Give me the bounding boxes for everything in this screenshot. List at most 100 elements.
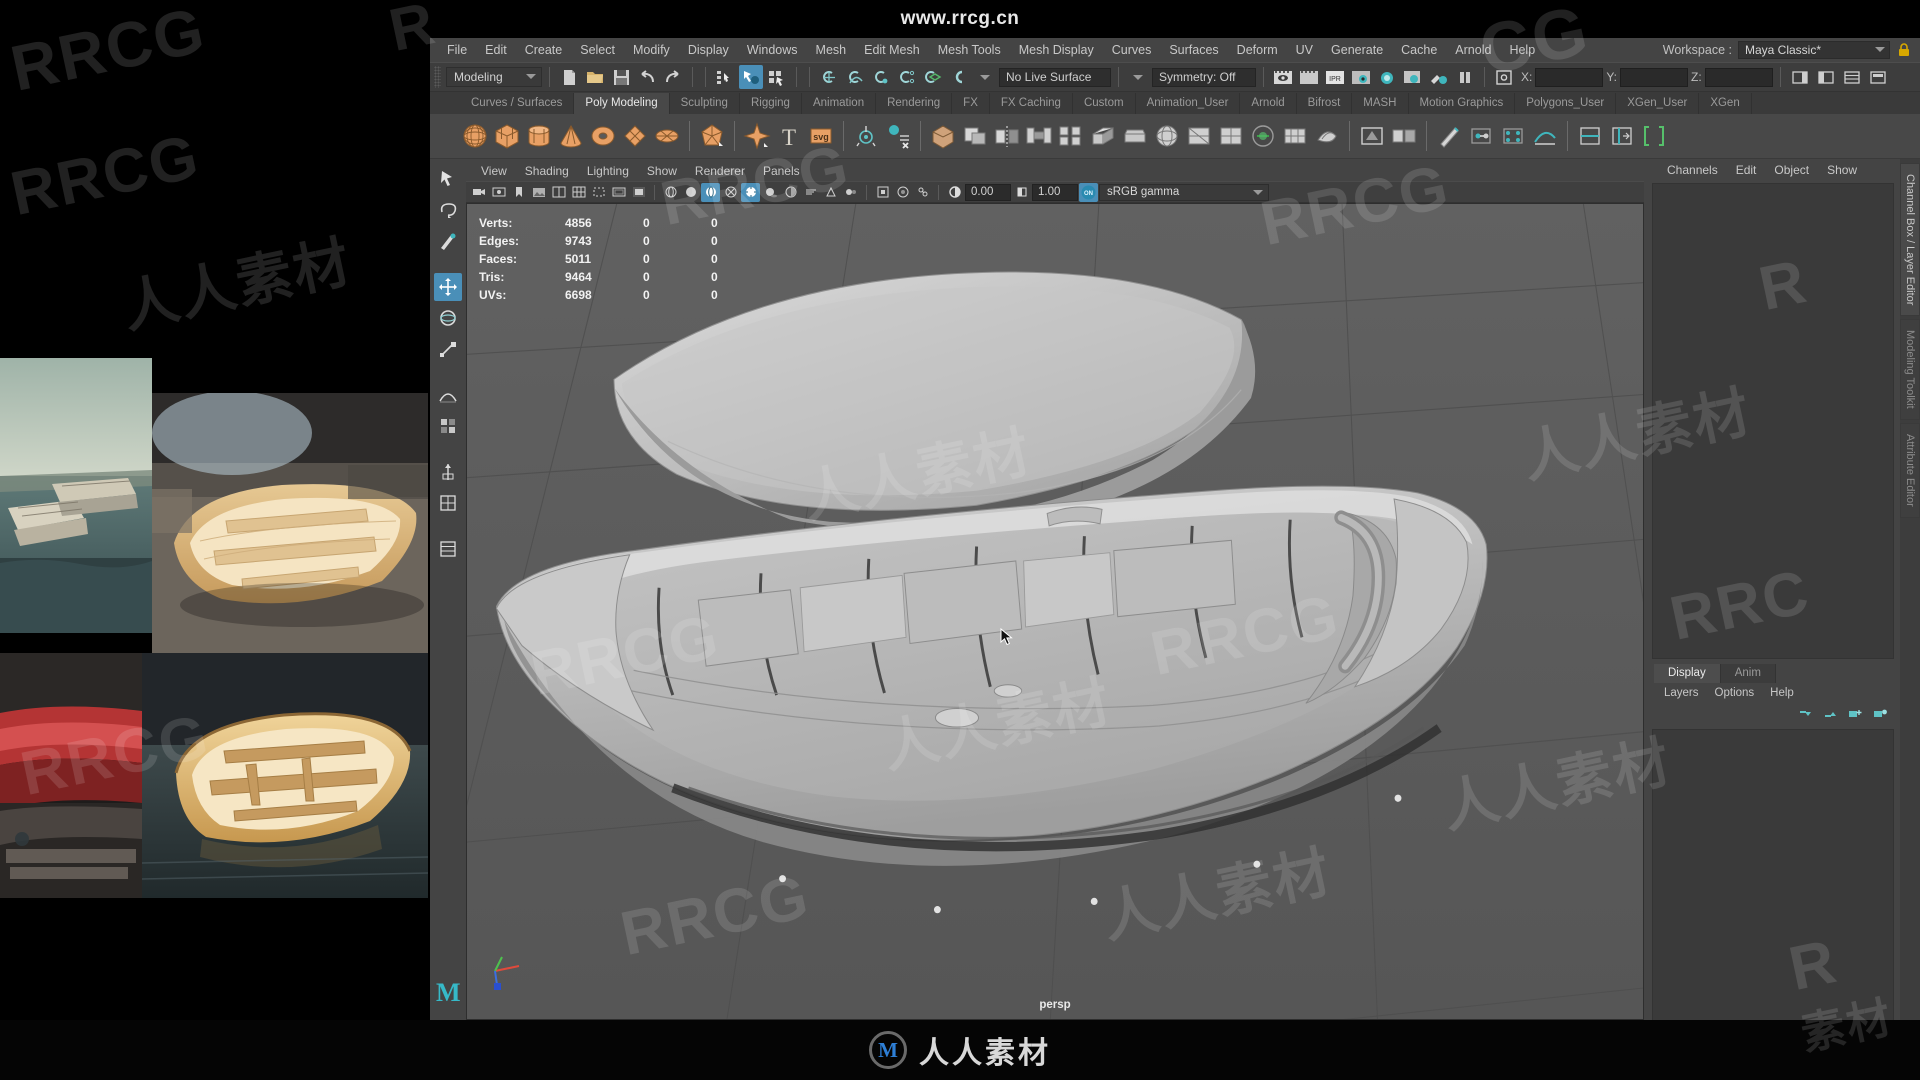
layer-move-down-icon[interactable] <box>1822 707 1838 724</box>
channel-menu-object[interactable]: Object <box>1765 163 1818 177</box>
snap-options-chevron-icon[interactable] <box>973 65 997 89</box>
layer-list-content[interactable] <box>1652 729 1894 1029</box>
menu-mesh[interactable]: Mesh <box>807 38 856 62</box>
shaded-wireframe-icon[interactable] <box>701 182 720 202</box>
crease-tool-icon[interactable] <box>1530 117 1560 155</box>
menu-cache[interactable]: Cache <box>1392 38 1446 62</box>
menu-mesh-tools[interactable]: Mesh Tools <box>929 38 1010 62</box>
live-surface-field[interactable]: No Live Surface <box>999 67 1111 87</box>
channel-menu-edit[interactable]: Edit <box>1727 163 1766 177</box>
poly-combine-icon[interactable] <box>928 117 958 155</box>
tab-anim-layers[interactable]: Anim <box>1720 664 1776 683</box>
viewport-menu-lighting[interactable]: Lighting <box>578 164 638 178</box>
select-tool-icon[interactable] <box>434 165 462 193</box>
viewport-3d-canvas[interactable]: Verts: 4856 0 0 Edges: 9743 0 0 Faces: 5… <box>466 203 1644 1020</box>
film-gate-icon[interactable] <box>589 183 608 202</box>
menu-edit[interactable]: Edit <box>476 38 516 62</box>
scale-tool-icon[interactable] <box>434 335 462 363</box>
gamma-icon[interactable] <box>1012 183 1031 202</box>
menu-set-dropdown[interactable]: Modeling <box>446 67 542 87</box>
poly-mirror-icon[interactable] <box>992 117 1022 155</box>
poly-smooth-icon[interactable] <box>1152 117 1182 155</box>
poly-plane-icon[interactable] <box>620 117 650 155</box>
layer-menu-help[interactable]: Help <box>1762 687 1802 699</box>
poly-sphere-icon[interactable] <box>460 117 490 155</box>
poly-platonic-icon[interactable] <box>697 117 727 155</box>
shelf-tab-rigging[interactable]: Rigging <box>739 93 802 114</box>
shelf-tab-poly-modeling[interactable]: Poly Modeling <box>574 93 670 114</box>
uv-unfold-icon[interactable] <box>1389 117 1419 155</box>
viewport-menu-panels[interactable]: Panels <box>754 164 809 178</box>
menu-uv[interactable]: UV <box>1287 38 1322 62</box>
menu-mesh-display[interactable]: Mesh Display <box>1010 38 1103 62</box>
menu-help[interactable]: Help <box>1500 38 1544 62</box>
color-management-toggle-icon[interactable]: ON <box>1079 182 1098 202</box>
menu-display[interactable]: Display <box>679 38 738 62</box>
new-scene-icon[interactable] <box>557 65 581 89</box>
poly-cone-icon[interactable] <box>556 117 586 155</box>
quad-draw-icon[interactable] <box>1498 117 1528 155</box>
wireframe-shaded-icon[interactable] <box>661 183 680 202</box>
shelf-tab-animation[interactable]: Animation <box>801 93 877 114</box>
menu-edit-mesh[interactable]: Edit Mesh <box>855 38 929 62</box>
ipr-render-icon[interactable]: IPR <box>1323 65 1347 89</box>
shadows-toggle-icon[interactable] <box>761 183 780 202</box>
xray-joints-icon[interactable] <box>913 183 932 202</box>
connect-icon[interactable] <box>1575 117 1605 155</box>
grid-toggle-icon[interactable] <box>569 183 588 202</box>
uv-editor-icon[interactable] <box>1357 117 1387 155</box>
x-input[interactable] <box>1535 67 1604 87</box>
channel-menu-channels[interactable]: Channels <box>1658 163 1727 177</box>
shelf-tab-animation-user[interactable]: Animation_User <box>1135 93 1241 114</box>
last-tool-icon[interactable] <box>434 412 462 440</box>
select-object-icon[interactable] <box>739 65 763 89</box>
shelf-tab-fx-caching[interactable]: FX Caching <box>989 93 1073 114</box>
toggle-layer-editor-icon[interactable] <box>1866 65 1890 89</box>
poly-sculpt-icon[interactable] <box>851 117 881 155</box>
svg-icon[interactable]: svg <box>806 117 836 155</box>
shelf-tab-xgen[interactable]: XGen <box>1699 93 1752 114</box>
menu-surfaces[interactable]: Surfaces <box>1160 38 1227 62</box>
toggle-tool-settings-icon[interactable] <box>1814 65 1838 89</box>
y-input[interactable] <box>1620 67 1689 87</box>
poly-reduce-icon[interactable] <box>1248 117 1278 155</box>
vtab-modeling-toolkit[interactable]: Modeling Toolkit <box>1900 319 1920 421</box>
poly-extrude-icon[interactable] <box>1088 117 1118 155</box>
poly-text-icon[interactable]: T <box>774 117 804 155</box>
poly-append-icon[interactable] <box>1056 117 1086 155</box>
motion-blur-icon[interactable] <box>801 183 820 202</box>
rotate-tool-icon[interactable] <box>434 304 462 332</box>
shelf-tab-arnold[interactable]: Arnold <box>1240 93 1297 114</box>
workspace-dropdown[interactable]: Maya Classic* <box>1738 41 1890 59</box>
target-weld-icon[interactable] <box>1466 117 1496 155</box>
shelf-tab-sculpting[interactable]: Sculpting <box>669 93 740 114</box>
poly-retopo-icon[interactable] <box>1312 117 1342 155</box>
layer-menu-layers[interactable]: Layers <box>1656 687 1707 699</box>
menu-generate[interactable]: Generate <box>1322 38 1392 62</box>
render-view-icon[interactable] <box>1271 65 1295 89</box>
symmetry-chevron-icon[interactable] <box>1126 65 1150 89</box>
component-editor-icon[interactable] <box>434 535 462 563</box>
poly-cylinder-icon[interactable] <box>524 117 554 155</box>
render-settings-icon[interactable] <box>1349 65 1373 89</box>
poly-disc-icon[interactable] <box>652 117 682 155</box>
isolate-select-icon[interactable] <box>873 183 892 202</box>
poly-bevel-icon[interactable] <box>1120 117 1150 155</box>
vtab-attribute-editor[interactable]: Attribute Editor <box>1900 423 1920 518</box>
two-pane-icon[interactable] <box>549 183 568 202</box>
view-transform-dropdown[interactable]: sRGB gamma <box>1099 183 1269 201</box>
exposure-value[interactable]: 0.00 <box>965 183 1011 201</box>
soft-select-icon[interactable] <box>434 381 462 409</box>
shelf-tab-fx[interactable]: FX <box>952 93 990 114</box>
multisample-icon[interactable] <box>821 183 840 202</box>
poly-booleans-icon[interactable] <box>960 117 990 155</box>
slide-edge-icon[interactable] <box>1607 117 1637 155</box>
snap-curve-icon[interactable] <box>843 65 867 89</box>
select-component-icon[interactable] <box>765 65 789 89</box>
undo-icon[interactable] <box>635 65 659 89</box>
smooth-shade-all-icon[interactable] <box>681 183 700 202</box>
viewport-menu-renderer[interactable]: Renderer <box>686 164 754 178</box>
render-frame-icon[interactable] <box>1297 65 1321 89</box>
gamma-value[interactable]: 1.00 <box>1032 183 1078 201</box>
toggle-channel-box-icon[interactable] <box>1840 65 1864 89</box>
